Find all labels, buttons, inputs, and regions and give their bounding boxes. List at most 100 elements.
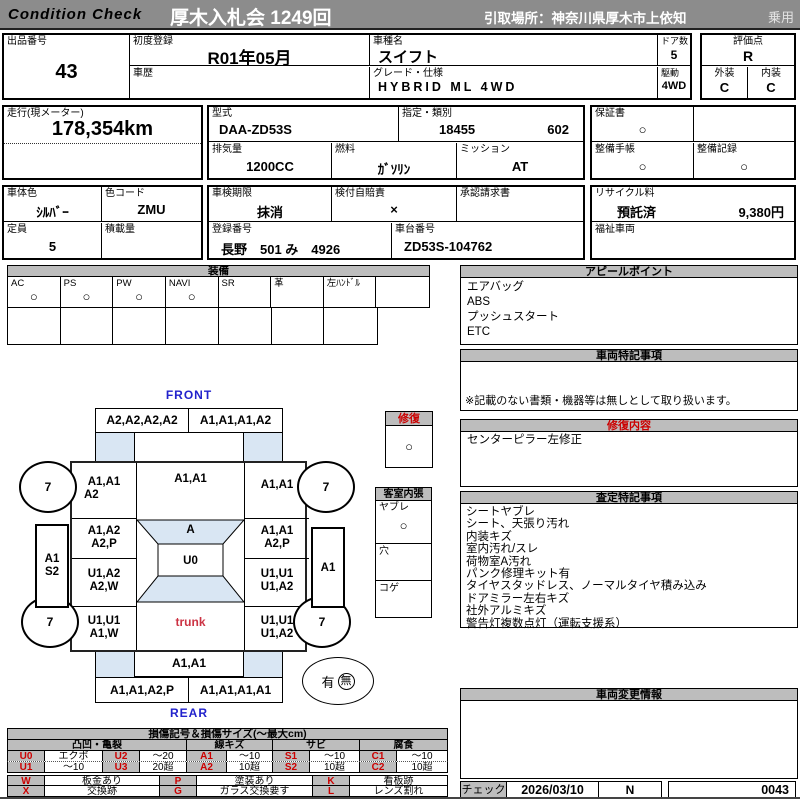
capacity-value: 5 [4,239,101,254]
first-registration-value: R01年05月 [130,44,369,69]
registration-number-cell: 登録番号 長野 501 み 4926 [209,223,392,258]
legend-desc: レンズ割れ [350,786,447,796]
front-bumper: A2,A2,A2,A2 A1,A1,A1,A2 [95,408,283,433]
change-info-body [460,701,798,779]
legend-code: A1 [187,751,227,761]
history-label: 車歴 [133,68,153,79]
jibai-label: 検付自賠責 [335,188,385,199]
equipment-empty-cell [61,308,114,344]
cell-hood: A1,A1 [137,473,244,485]
equipment-mark: ○ [61,289,113,304]
damage-codes: U1,U1 [72,615,136,628]
legend-group: サビ [273,740,360,750]
damage-legend-row-2: U1 ～10 U3 20超 A2 10超 S2 10超 C2 10超 [7,762,448,773]
displacement-cell: 排気量 1200CC [209,143,332,178]
inspection-table: 車検期限 抹消 検付自賠責 × 承認請求書 登録番号 長野 501 み 4926… [207,185,585,260]
legend-code: U3 [103,762,140,772]
legend-code: U0 [8,751,45,761]
equipment-cell-lhd: 左ﾊﾝﾄﾞﾙ [324,277,377,307]
vehicle-notes-disclaimer: ※記載のない書類・機器等は無しとして取り扱います。 [465,392,737,408]
equipment-cell-navi: NAVI ○ [166,277,219,307]
diagram-front-label: FRONT [135,388,243,402]
legend-group: 線キズ [187,740,273,750]
diagram-rear-label: REAR [135,706,243,720]
assessment-item: ドアミラー左右キズ [466,593,792,605]
cell-door-front-left: A1,A2 A2,P [72,525,136,551]
check-flag: N [599,782,661,798]
equipment-cell-leather: 革 [271,277,324,307]
change-info-title: 車両変更情報 [460,688,798,701]
score-cell: 評価点 R [702,35,794,66]
legend-group: 腐食 [360,740,447,750]
recycle-cell: リサイクル料 預託済 9,380円 [592,187,794,222]
score-value: R [702,48,794,64]
equipment-cell-pw: PW ○ [113,277,166,307]
transmission-value: AT [457,159,583,174]
classification-number: 602 [547,122,569,137]
rear-bumper-right: A1,A1,A1,A1 [189,678,282,702]
color-code-value: ZMU [102,202,201,217]
legend-desc: ～10 [227,751,273,761]
body-color-label: 車体色 [7,188,37,199]
welfare-label: 福祉車両 [595,224,635,235]
equipment-title: 装備 [7,265,430,277]
rear-right-corner [243,652,283,677]
divider [245,558,309,559]
legend-desc: ～10 [397,751,447,761]
damage-codes: U1,U1 [245,568,309,581]
divider [72,606,136,607]
equipment-empty-cell [324,308,377,344]
legend-code: K [313,776,350,785]
cabin-trim-mark: ○ [376,518,431,533]
assessment-item: シート、天張り汚れ [466,518,792,530]
displacement-label: 排気量 [212,144,242,155]
repair-mark: ○ [386,439,432,454]
approval-label: 承認請求書 [460,188,510,199]
vehicle-notes-body: ※記載のない書類・機器等は無しとして取り扱います。 [460,362,798,411]
vehicle-notes-title: 車両特記事項 [460,349,798,362]
appeal-item: ABS [467,295,791,310]
equipment-label: PW [116,278,131,289]
recycle-fee: 9,380円 [738,202,784,221]
equipment-label: PS [64,278,77,289]
legend-code: S2 [273,762,310,772]
fuel-cell: 燃料 ｶﾞｿﾘﾝ [332,143,457,178]
legend-code: S1 [273,751,310,761]
maintenance-record-mark: ○ [694,159,794,174]
damage-codes: U1,A2 [245,581,309,594]
chassis-number-value: ZD53S-104762 [392,239,583,254]
auction-title: 厚木入札会 1249回 [170,3,332,30]
legend-desc: 10超 [227,762,273,772]
repair-title: 修復 [385,411,433,426]
cell-fender-left: A1,A1 A2 [72,476,136,502]
assessment-title: 査定特記事項 [460,491,798,504]
legend-group: 凸凹・亀裂 [8,740,187,750]
inspection-label: 車検期限 [212,188,252,199]
approval-cell: 承認請求書 [457,187,583,222]
assessment-item: タイヤスタッドレス、ノーマルタイヤ積み込み [466,580,792,592]
recycle-label: リサイクル料 [595,188,655,199]
history-cell: 車歴 [130,67,370,98]
damage-codes: A1,W [72,628,136,641]
recycle-status: 預託済 [617,202,656,221]
trunk-label: trunk [137,615,244,629]
cell-rear-panel: A1,A1 [135,652,243,677]
pickup-location: 引取場所：神奈川県厚木市上依知 [484,7,687,27]
equipment-cell-ac: AC ○ [8,277,61,307]
repair-content-item: センターピラー左修正 [467,434,791,446]
divider [72,518,136,519]
equipment-mark: ○ [8,289,60,304]
grade-value: HYBRID ML 4WD [370,80,657,94]
first-registration-cell: 初度登録 R01年05月 [130,35,370,66]
cabin-trim-title: 客室内張 [375,487,432,501]
legend-code: U2 [103,751,140,761]
mileage-cell: 走行(現メーター) 178,354km [4,107,201,144]
damage-codes: A2,P [72,538,136,551]
maintenance-book-label: 整備手帳 [595,144,635,155]
cell-roof: U0 [158,555,223,567]
cell-door-front-right: A1,A1 A2,P [245,525,309,551]
cell-windshield: A [137,524,244,536]
front-right-corner [243,433,283,461]
assessment-item: シートヤブレ [466,506,792,518]
divider [72,558,136,559]
